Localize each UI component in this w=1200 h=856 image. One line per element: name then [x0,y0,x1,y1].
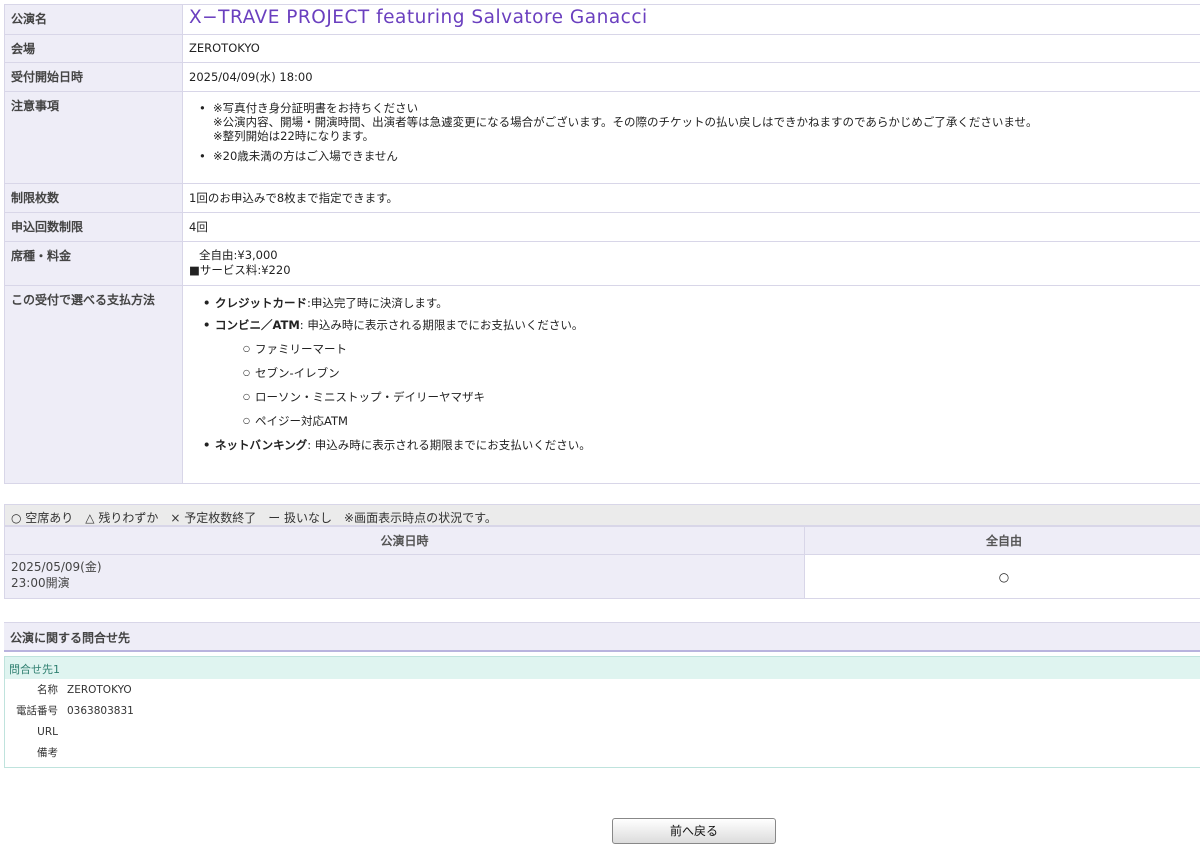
availability-table: 公演日時 全自由 2025/05/09(金) 23:00開演 ○ [4,526,1200,599]
contact-remark-row: 備考 [37,747,58,759]
contact-phone-row: 電話番号 0363803831 [16,704,134,718]
notes-label: 注意事項 [4,91,183,184]
price-line-2: ■サービス料:¥220 [189,263,291,277]
limit-value: 1回のお申込みで8枚まで指定できます。 [182,183,1200,213]
store-item: セブン-イレブン [243,366,1197,380]
performance-datetime: 2025/05/09(金) 23:00開演 [4,554,805,599]
col-header-date: 公演日時 [4,526,805,555]
store-item: ペイジー対応ATM [243,414,1197,428]
seat-status[interactable]: ○ [804,554,1200,599]
apply-count-label: 申込回数制限 [4,212,183,242]
payment-methods: クレジットカード:申込完了時に決済します。 コンビニ／ATM: 申込み時に表示さ… [182,285,1200,484]
note-item: ※20歳未満の方はご入場できません [197,149,1197,163]
store-item: ファミリーマート [243,342,1197,356]
start-datetime-label: 受付開始日時 [4,62,183,92]
payment-credit: クレジットカード:申込完了時に決済します。 [201,296,1197,310]
start-datetime-value: 2025/04/09(水) 18:00 [182,62,1200,92]
price-line-1: 全自由:¥3,000 [199,248,278,262]
contact-box: 問合せ先1 名称 ZEROTOKYO 電話番号 0363803831 URL 備… [4,656,1200,768]
contact-name-row: 名称 ZEROTOKYO [37,683,132,697]
contact-heading: 公演に関する問合せ先 [4,622,1200,652]
payment-netbanking: ネットバンキング: 申込み時に表示される期限までにお支払いください。 [201,438,1197,452]
contact-url-row: URL [37,725,58,738]
contact-phone: 0363803831 [67,704,134,717]
store-item: ローソン・ミニストップ・デイリーヤマザキ [243,390,1197,404]
contact-name: ZEROTOKYO [67,683,132,696]
contact-sub-heading: 問合せ先1 [5,657,1200,679]
col-header-seat: 全自由 [804,526,1200,555]
venue-label: 会場 [4,34,183,63]
note-item: ※写真付き身分証明書をお持ちください ※公演内容、開場・開演時間、出演者等は急遽… [197,101,1197,143]
payment-convenience: コンビニ／ATM: 申込み時に表示される期限までにお支払いください。 ファミリー… [201,318,1197,428]
price-label: 席種・料金 [4,241,183,286]
back-button[interactable]: 前へ戻る [612,818,776,844]
apply-count-value: 4回 [182,212,1200,242]
title-label: 公演名 [4,4,183,35]
venue-value: ZEROTOKYO [182,34,1200,63]
event-title: X−TRAVE PROJECT featuring Salvatore Gana… [189,7,648,28]
event-info-table: 公演名 X−TRAVE PROJECT featuring Salvatore … [4,4,1200,484]
payment-label: この受付で選べる支払方法 [4,285,183,484]
availability-row: 2025/05/09(金) 23:00開演 ○ [4,554,1200,599]
limit-label: 制限枚数 [4,183,183,213]
price-value: 全自由:¥3,000 ■サービス料:¥220 [182,241,1200,286]
notes-cell: ※写真付き身分証明書をお持ちください ※公演内容、開場・開演時間、出演者等は急遽… [182,91,1200,184]
availability-legend: ○ 空席あり △ 残りわずか × 予定枚数終了 ー 扱いなし ※画面表示時点の状… [4,504,1200,526]
